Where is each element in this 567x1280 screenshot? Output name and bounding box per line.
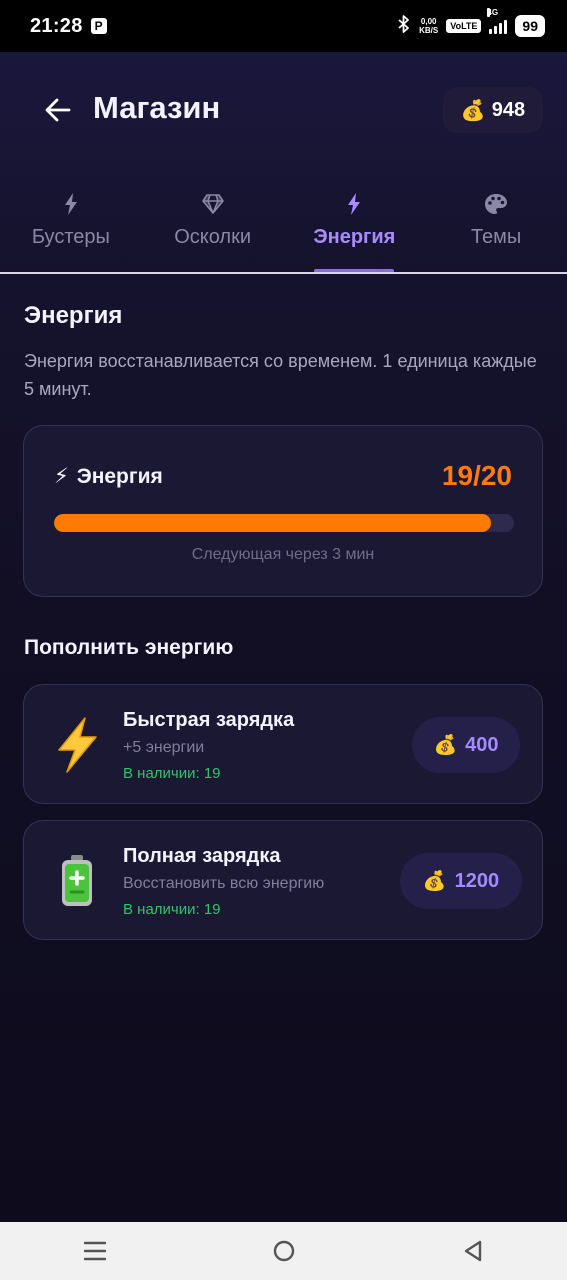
section-title: Энергия [24, 302, 123, 329]
energy-value: 19/20 [441, 460, 512, 491]
price-value: 1200 [454, 869, 500, 892]
home-button[interactable] [254, 1229, 314, 1273]
back-nav-button[interactable] [443, 1229, 503, 1273]
bluetooth-icon [397, 14, 411, 38]
status-bar: 21:28 P 0,00 KB/S VoLTE 4G 99 [0, 0, 567, 52]
lightning-icon [347, 191, 361, 217]
recent-apps-button[interactable] [65, 1229, 125, 1273]
lightning-icon [50, 715, 104, 775]
offer-stock: В наличии: 19 [123, 765, 221, 782]
offer-subtitle: Восстановить всю энергию [123, 875, 325, 892]
buy-full-charge-button[interactable]: 💰 1200 [400, 853, 522, 909]
coin-amount: 948 [491, 98, 526, 121]
net-speed: 0,00 KB/S [419, 17, 439, 35]
gem-icon [201, 191, 224, 217]
app-header: Магазин 💰 948 [0, 52, 567, 168]
offer-full-charge: Полная зарядка Восстановить всю энергию … [23, 820, 543, 940]
tab-themes[interactable]: Темы [425, 185, 567, 273]
triangle-back-icon [464, 1240, 481, 1262]
tab-label: Темы [470, 226, 522, 248]
tab-shards[interactable]: Осколки [142, 185, 284, 273]
offer-stock: В наличии: 19 [123, 901, 221, 918]
offer-quick-charge: Быстрая зарядка +5 энергии В наличии: 19… [23, 684, 543, 804]
battery-icon [50, 851, 104, 911]
offer-name: Полная зарядка [123, 845, 281, 867]
tab-label: Бустеры [31, 226, 110, 248]
money-bag-icon: 💰 [433, 735, 458, 756]
energy-progress-fill [54, 514, 491, 532]
parking-notification-icon: P [90, 18, 107, 34]
battery-indicator: 99 [515, 15, 545, 37]
energy-progress-bar [54, 514, 514, 532]
tab-energy[interactable]: Энергия [284, 185, 426, 273]
refill-section-title: Пополнить энергию [24, 636, 234, 659]
energy-label: ⚡ Энергия [54, 464, 163, 489]
menu-icon [83, 1241, 106, 1261]
energy-card: ⚡ Энергия 19/20 Следующая через 3 мин [23, 425, 543, 597]
energy-label-text: Энергия [76, 464, 163, 488]
volte-badge: VoLTE [446, 19, 482, 33]
palette-icon [484, 191, 508, 217]
money-bag-icon: 💰 [460, 99, 486, 122]
tabs-divider [0, 272, 567, 274]
tab-label: Осколки [174, 226, 252, 248]
system-nav-bar [0, 1222, 567, 1280]
tab-label: Энергия [313, 226, 396, 248]
arrow-left-icon [45, 98, 71, 122]
coin-balance: 💰 948 [443, 87, 543, 133]
lightning-emoji-icon: ⚡ [54, 465, 69, 488]
tab-boosters[interactable]: Бустеры [0, 185, 142, 273]
section-description: Энергия восстанавливается со временем. 1… [24, 351, 537, 399]
page-title: Магазин [93, 90, 221, 125]
signal-icon: 4G [487, 8, 508, 34]
bolt-icon [64, 191, 78, 217]
offer-subtitle: +5 энергии [123, 739, 205, 756]
buy-quick-charge-button[interactable]: 💰 400 [412, 717, 520, 773]
offer-name: Быстрая зарядка [123, 709, 295, 731]
energy-next-timer: Следующая через 3 мин [191, 546, 375, 563]
back-button[interactable] [36, 88, 80, 132]
status-time: 21:28 [30, 14, 83, 37]
circle-icon [273, 1240, 294, 1262]
price-value: 400 [465, 733, 499, 756]
money-bag-icon: 💰 [422, 871, 447, 892]
shop-tabs: Бустеры Осколки Энергия Темы [0, 185, 567, 273]
